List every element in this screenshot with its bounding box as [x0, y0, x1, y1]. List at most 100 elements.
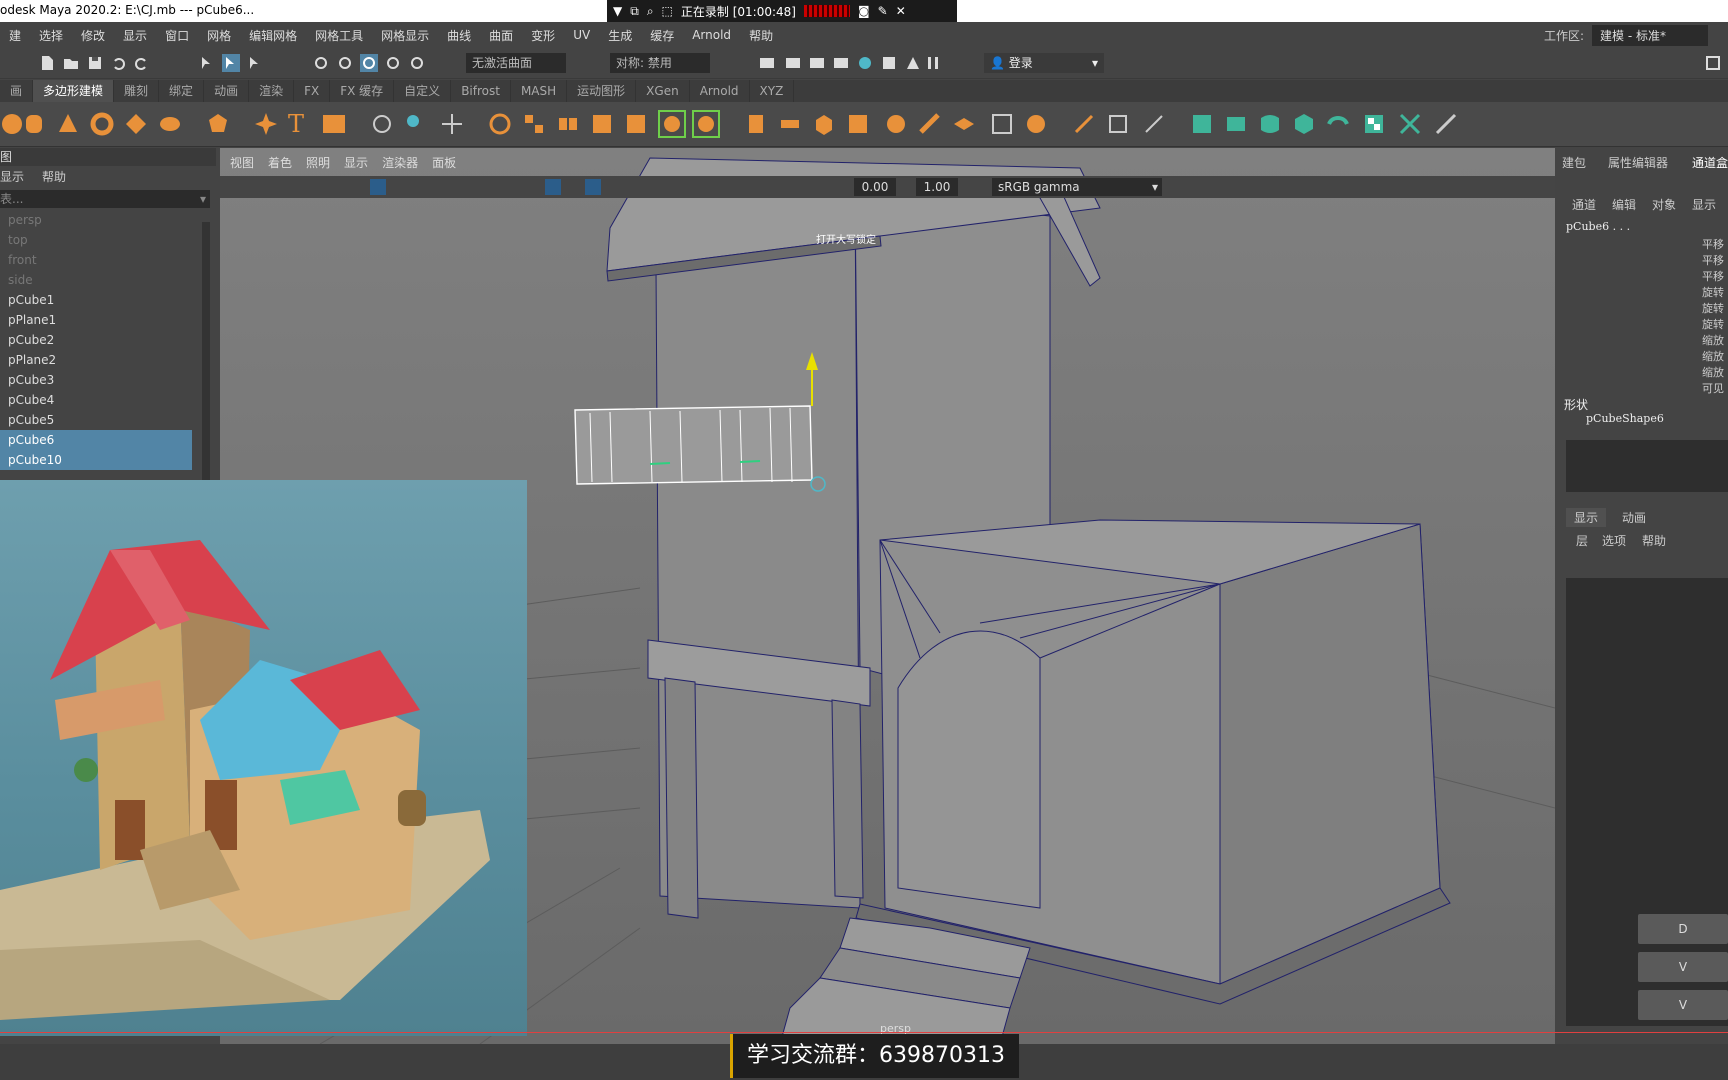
attr-rotate-x[interactable]: 旋转: [1702, 284, 1724, 300]
attr-translate-y[interactable]: 平移: [1702, 252, 1724, 268]
snap-together-icon[interactable]: [404, 112, 428, 136]
planar-map-icon[interactable]: [1224, 112, 1248, 136]
tab-fx-cache[interactable]: FX 缓存: [330, 80, 395, 102]
outliner-item[interactable]: pCube2: [0, 330, 192, 350]
snap-point-icon[interactable]: [360, 54, 378, 72]
viewport-menu-panels[interactable]: 面板: [432, 154, 456, 174]
boolean-union-icon[interactable]: [658, 110, 686, 138]
shape-name[interactable]: pCubeShape6: [1586, 412, 1664, 425]
tab-attribute-editor[interactable]: 属性编辑器: [1608, 154, 1668, 171]
visibility-button[interactable]: V: [1638, 952, 1728, 982]
separate-icon[interactable]: [522, 112, 546, 136]
menu-item[interactable]: 网格显示: [372, 27, 438, 44]
outliner-scrollbar[interactable]: [202, 222, 210, 480]
smooth-shade-icon[interactable]: [545, 179, 561, 195]
combine-icon[interactable]: [488, 112, 512, 136]
attr-scale-z[interactable]: 缩放: [1702, 364, 1724, 380]
layer-menu-help[interactable]: 帮助: [1642, 532, 1666, 549]
menu-item[interactable]: 窗口: [156, 27, 198, 44]
color-space-dropdown[interactable]: sRGB gamma ▾: [992, 178, 1162, 196]
arnold-render-icon[interactable]: [880, 54, 898, 72]
layer-tab-anim[interactable]: 动画: [1614, 508, 1654, 527]
attr-translate-z[interactable]: 平移: [1702, 268, 1724, 284]
recorder-window-icon[interactable]: ⧉: [630, 4, 639, 19]
tab-poly-modeling[interactable]: 多边形建模: [33, 80, 115, 102]
viewport-menu-show[interactable]: 显示: [344, 154, 368, 174]
multi-cut-icon[interactable]: [1072, 112, 1096, 136]
recorder-region-icon[interactable]: ⬚: [662, 4, 673, 18]
outliner-item[interactable]: pCube3: [0, 370, 192, 390]
menu-item[interactable]: 编辑网格: [240, 27, 306, 44]
render-frame-icon[interactable]: [784, 54, 802, 72]
menu-item[interactable]: 网格: [198, 27, 240, 44]
extrude-icon[interactable]: [744, 112, 768, 136]
pen-icon[interactable]: ✎: [878, 4, 888, 18]
close-icon[interactable]: ✕: [896, 4, 906, 18]
poly-plane-icon[interactable]: [124, 112, 148, 136]
visibility-button-2[interactable]: V: [1638, 990, 1728, 1020]
tab-fx[interactable]: FX: [294, 80, 331, 102]
pause-icon[interactable]: [924, 54, 942, 72]
reduce-icon[interactable]: [624, 112, 648, 136]
poly-torus-icon[interactable]: [90, 112, 114, 136]
live-surface-field[interactable]: 无激活曲面: [466, 53, 566, 73]
snap-curve-icon[interactable]: [336, 54, 354, 72]
poly-cylinder-icon[interactable]: [22, 112, 46, 136]
ipr-render-icon[interactable]: [808, 54, 826, 72]
select-hierarchy-icon[interactable]: [198, 54, 216, 72]
menu-item[interactable]: 显示: [114, 27, 156, 44]
layer-menu-layers[interactable]: 层: [1576, 532, 1588, 549]
tab-motion-graphics[interactable]: 运动图形: [567, 80, 637, 102]
tab-arnold[interactable]: Arnold: [690, 80, 750, 102]
channel-menu-object[interactable]: 对象: [1652, 196, 1676, 213]
login-dropdown[interactable]: 👤 登录 ▾: [984, 53, 1104, 73]
tab-xgen[interactable]: XGen: [636, 80, 690, 102]
channel-menu-display[interactable]: 显示: [1692, 196, 1716, 213]
save-scene-icon[interactable]: [86, 54, 104, 72]
layer-tab-display[interactable]: 显示: [1566, 508, 1607, 527]
svg-tool-icon[interactable]: [322, 112, 346, 136]
outliner-item-front[interactable]: front: [0, 250, 192, 270]
uv-editor-icon[interactable]: [1190, 112, 1214, 136]
sidebar-toggle-icon[interactable]: [1704, 54, 1722, 72]
menu-item[interactable]: 建: [0, 27, 30, 44]
target-weld-icon[interactable]: [1106, 112, 1130, 136]
reset-transform-icon[interactable]: [440, 112, 464, 136]
outliner-item-side[interactable]: side: [0, 270, 192, 290]
attr-rotate-y[interactable]: 旋转: [1702, 300, 1724, 316]
unfold-icon[interactable]: [1326, 112, 1350, 136]
viewport-menu-shading[interactable]: 着色: [268, 154, 292, 174]
extract-icon[interactable]: [952, 112, 976, 136]
make-hole-icon[interactable]: [918, 112, 942, 136]
tab-channel-box[interactable]: 通道盒: [1692, 154, 1728, 171]
viewport-menu-renderer[interactable]: 渲染器: [382, 154, 418, 174]
tab-xyz[interactable]: XYZ: [750, 80, 795, 102]
redo-icon[interactable]: [132, 54, 150, 72]
channel-menu-edit[interactable]: 编辑: [1612, 196, 1636, 213]
render-settings-icon[interactable]: [832, 54, 850, 72]
outliner-item-selected[interactable]: pCube6: [0, 430, 192, 450]
super-shape-icon[interactable]: [254, 112, 278, 136]
menu-item[interactable]: 曲面: [480, 27, 522, 44]
tab-animation[interactable]: 动画: [204, 80, 250, 102]
fill-hole-icon[interactable]: [884, 112, 908, 136]
undo-icon[interactable]: [110, 54, 128, 72]
screen-recorder-bar[interactable]: ▼ ⧉ ⌕ ⬚ 正在录制 [01:00:48] ◙ ✎ ✕: [607, 0, 957, 22]
menu-item[interactable]: Arnold: [683, 28, 740, 42]
attr-scale-x[interactable]: 缩放: [1702, 332, 1724, 348]
arnold-ipr-icon[interactable]: [904, 54, 922, 72]
platonic-solid-icon[interactable]: [206, 112, 230, 136]
display-layer-button[interactable]: D: [1638, 914, 1728, 944]
outliner-menu-display[interactable]: 显示: [0, 166, 24, 188]
tab-curves[interactable]: 画: [0, 80, 34, 102]
insert-edge-loop-icon[interactable]: [1024, 112, 1048, 136]
exposure-field[interactable]: 0.00: [854, 178, 896, 196]
tab-modeling-toolkit[interactable]: 建包: [1562, 154, 1586, 171]
boolean-difference-icon[interactable]: [692, 110, 720, 138]
render-view-icon[interactable]: [758, 54, 776, 72]
menu-item[interactable]: 缓存: [641, 27, 683, 44]
camera-icon[interactable]: ◙: [858, 4, 870, 18]
textured-icon[interactable]: [585, 179, 601, 195]
menu-item[interactable]: 选择: [30, 27, 72, 44]
select-component-icon[interactable]: [246, 54, 264, 72]
